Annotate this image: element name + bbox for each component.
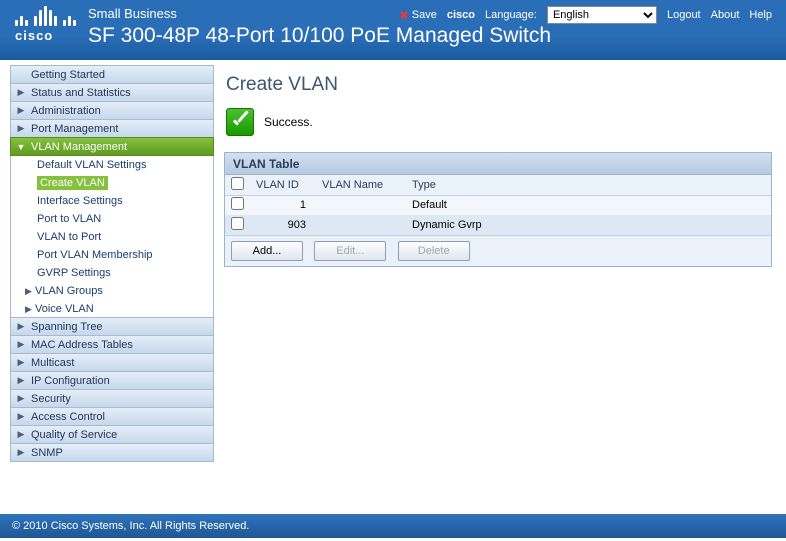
sub-vlan-to-port[interactable]: VLAN to Port [11,228,213,246]
sub-interface-settings[interactable]: Interface Settings [11,192,213,210]
caret-right-icon: ▶ [25,304,35,315]
language-select[interactable]: English [547,6,657,24]
success-check-icon [226,108,254,136]
sidebar-item-spanning-tree[interactable]: ▶Spanning Tree [10,317,214,336]
caret-right-icon: ▶ [15,447,27,458]
cell-type: Dynamic Gvrp [406,215,771,235]
copyright: © 2010 Cisco Systems, Inc. All Rights Re… [12,520,249,532]
help-link[interactable]: Help [749,9,772,21]
cell-type: Default [406,195,771,215]
vlan-table-panel: VLAN Table VLAN ID VLAN Name Type 1 Defa… [224,152,772,267]
caret-right-icon: ▶ [15,339,27,350]
caret-right-icon: ▶ [15,357,27,368]
select-all-checkbox[interactable] [231,177,244,190]
header-toolbar: ✖ Save cisco Language: English Logout Ab… [400,6,772,24]
row-checkbox[interactable] [231,217,244,230]
model-label: SF 300-48P 48-Port 10/100 PoE Managed Sw… [88,24,551,48]
status-text: Success. [264,115,313,129]
sub-vlan-groups[interactable]: ▶VLAN Groups [11,282,213,300]
status-row: Success. [226,108,772,136]
edit-button[interactable]: Edit... [314,241,386,261]
vlan-table: VLAN ID VLAN Name Type 1 Default 903 Dyn… [225,175,771,235]
table-button-bar: Add... Edit... Delete [225,235,771,266]
caret-right-icon: ▶ [15,105,27,116]
col-type[interactable]: Type [406,175,771,195]
save-button[interactable]: ✖ Save [400,9,437,22]
sidebar: ▶Getting Started ▶Status and Statistics … [0,60,214,514]
sub-port-to-vlan[interactable]: Port to VLAN [11,210,213,228]
caret-down-icon: ▼ [15,142,27,152]
sub-default-vlan[interactable]: Default VLAN Settings [11,156,213,174]
add-button[interactable]: Add... [231,241,303,261]
cell-vlan-id: 903 [250,215,316,235]
page-title: Create VLAN [226,74,772,96]
app-header: cisco Small Business SF 300-48P 48-Port … [0,0,786,60]
brand-label: Small Business [88,6,177,21]
caret-right-icon: ▶ [15,393,27,404]
table-row[interactable]: 903 Dynamic Gvrp [225,215,771,235]
cisco-logo: cisco [15,6,76,43]
cisco-word: cisco [15,28,76,43]
sidebar-item-ip-config[interactable]: ▶IP Configuration [10,371,214,390]
cell-vlan-id: 1 [250,195,316,215]
caret-right-icon: ▶ [25,286,35,297]
cisco-bars-icon [15,6,76,26]
col-vlan-id[interactable]: VLAN ID [250,175,316,195]
save-label: Save [412,9,437,21]
logout-link[interactable]: Logout [667,9,701,21]
sidebar-item-port-management[interactable]: ▶Port Management [10,119,214,138]
main-content: Create VLAN Success. VLAN Table VLAN ID … [214,60,786,514]
caret-right-icon: ▶ [15,123,27,134]
sub-gvrp-settings[interactable]: GVRP Settings [11,264,213,282]
about-link[interactable]: About [711,9,740,21]
language-label: Language: [485,9,537,21]
sidebar-item-security[interactable]: ▶Security [10,389,214,408]
sidebar-item-status[interactable]: ▶Status and Statistics [10,83,214,102]
table-row[interactable]: 1 Default [225,195,771,215]
sub-create-vlan[interactable]: Create VLAN [11,174,213,192]
sidebar-item-mac-tables[interactable]: ▶MAC Address Tables [10,335,214,354]
caret-right-icon: ▶ [15,321,27,332]
caret-right-icon: ▶ [15,375,27,386]
delete-button[interactable]: Delete [398,241,470,261]
user-label: cisco [447,9,475,21]
sidebar-item-snmp[interactable]: ▶SNMP [10,443,214,462]
cell-vlan-name [316,215,406,235]
sidebar-item-access-control[interactable]: ▶Access Control [10,407,214,426]
alert-x-icon: ✖ [400,9,409,22]
sidebar-item-vlan-management[interactable]: ▼VLAN Management [10,137,214,156]
cell-vlan-name [316,195,406,215]
table-title: VLAN Table [225,153,771,175]
sub-port-vlan-membership[interactable]: Port VLAN Membership [11,246,213,264]
sidebar-item-qos[interactable]: ▶Quality of Service [10,425,214,444]
caret-right-icon: ▶ [15,429,27,440]
col-vlan-name[interactable]: VLAN Name [316,175,406,195]
sidebar-item-getting-started[interactable]: ▶Getting Started [10,65,214,84]
row-checkbox[interactable] [231,197,244,210]
sub-voice-vlan[interactable]: ▶Voice VLAN [11,300,213,318]
sidebar-item-administration[interactable]: ▶Administration [10,101,214,120]
caret-right-icon: ▶ [15,87,27,98]
footer: © 2010 Cisco Systems, Inc. All Rights Re… [0,514,786,538]
sidebar-item-multicast[interactable]: ▶Multicast [10,353,214,372]
caret-right-icon: ▶ [15,411,27,422]
sidebar-submenu-vlan: Default VLAN Settings Create VLAN Interf… [10,156,214,318]
